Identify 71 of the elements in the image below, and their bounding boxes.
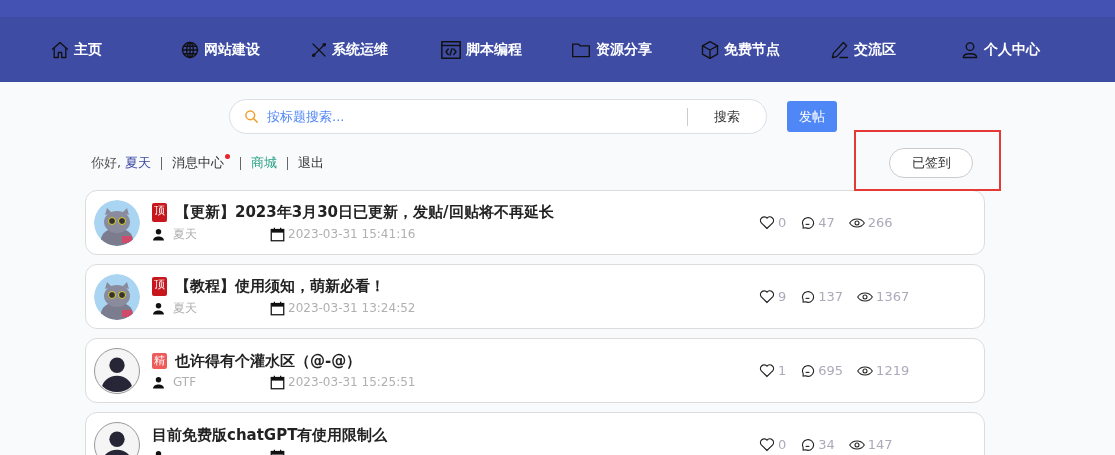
post-badge: 顶 xyxy=(152,276,167,296)
search-button[interactable]: 搜索 xyxy=(688,106,766,127)
user-icon xyxy=(152,227,165,241)
like-count: 0 xyxy=(778,437,787,452)
nav-item[interactable]: 脚本编程 xyxy=(440,38,570,61)
comment-icon xyxy=(800,289,816,304)
comment-icon xyxy=(800,363,816,378)
view-count: 147 xyxy=(867,437,893,452)
search-field[interactable]: 按标题搜索... 搜索 xyxy=(229,99,767,134)
avatar-icon xyxy=(94,421,140,455)
post-card[interactable]: 精 也许得有个灌水区（@-@） GTF 2023-03-31 15:25:51 1 695 1219 xyxy=(85,338,985,403)
post-date: 2023-03-31 13:24:52 xyxy=(288,301,416,315)
view-count: 1367 xyxy=(876,289,910,304)
comment-count: 47 xyxy=(818,215,835,230)
post-title[interactable]: 【更新】2023年3月30日已更新，发贴/回贴将不再延长 xyxy=(175,202,554,222)
post-author: 夏天 xyxy=(173,299,197,317)
eye-icon xyxy=(848,438,865,451)
user-icon xyxy=(960,39,980,60)
calendar-icon xyxy=(270,300,285,316)
username-link[interactable]: 夏天 xyxy=(125,154,152,172)
search-icon xyxy=(244,109,259,124)
post-date: 2023-03-31 15:25:51 xyxy=(288,375,416,389)
comment-count: 695 xyxy=(818,363,844,378)
comment-icon xyxy=(800,215,816,230)
home-icon xyxy=(50,39,70,60)
eye-icon xyxy=(857,290,874,303)
comment-icon xyxy=(800,437,816,452)
comment-count: 34 xyxy=(818,437,835,452)
calendar-icon xyxy=(270,226,285,242)
post-title[interactable]: 目前免费版chatGPT有使用限制么 xyxy=(152,425,388,445)
heart-icon xyxy=(759,289,775,304)
eye-icon xyxy=(848,216,865,229)
post-card[interactable]: 顶 【更新】2023年3月30日已更新，发贴/回贴将不再延长 夏天 2023-03-31 15:41:16 0 47 266 xyxy=(85,190,985,255)
like-count: 9 xyxy=(778,289,787,304)
nav-item[interactable]: 资源分享 xyxy=(570,39,700,60)
checkin-button[interactable]: 已签到 xyxy=(889,148,973,178)
heart-icon xyxy=(759,215,775,230)
comment-count: 137 xyxy=(818,289,844,304)
code-icon xyxy=(440,38,462,61)
post-card[interactable]: 顶 【教程】使用须知，萌新必看！ 夏天 2023-03-31 13:24:52 9 137 1367 xyxy=(85,264,985,329)
user-link[interactable]: 退出 xyxy=(298,154,325,172)
nav-item[interactable]: 网站建设 xyxy=(180,39,310,60)
nav-item[interactable]: 个人中心 xyxy=(960,39,1090,60)
avatar-icon xyxy=(94,347,140,394)
nav-item[interactable]: 免费节点 xyxy=(700,39,830,60)
user-icon xyxy=(152,375,165,389)
like-count: 0 xyxy=(778,215,787,230)
pen-icon xyxy=(830,39,850,60)
nav-item[interactable]: 交流区 xyxy=(830,39,960,60)
nav-item[interactable]: 系统运维 xyxy=(310,40,440,59)
post-author: GTF xyxy=(173,375,197,389)
globe-icon xyxy=(180,39,200,60)
heart-icon xyxy=(759,437,775,452)
view-count: 1219 xyxy=(876,363,910,378)
calendar-icon xyxy=(270,374,285,390)
post-date: 2023-03-31 15:41:16 xyxy=(288,227,416,241)
post-author: 夏天 xyxy=(173,225,197,243)
user-icon xyxy=(152,301,165,315)
post-title[interactable]: 【教程】使用须知，萌新必看！ xyxy=(175,276,385,296)
view-count: 266 xyxy=(867,215,893,230)
post-card[interactable]: 目前免费版chatGPT有使用限制么 0 34 147 xyxy=(85,412,985,455)
eye-icon xyxy=(857,364,874,377)
post-title[interactable]: 也许得有个灌水区（@-@） xyxy=(175,351,362,371)
post-badge: 顶 xyxy=(152,202,167,222)
cube-icon xyxy=(700,39,720,60)
nav-item[interactable]: 主页 xyxy=(50,39,180,60)
user-link[interactable]: 消息中心 xyxy=(172,154,225,172)
like-count: 1 xyxy=(778,363,787,378)
post-badge: 精 xyxy=(152,353,167,369)
heart-icon xyxy=(759,363,775,378)
greeting: 你好, xyxy=(91,154,122,172)
